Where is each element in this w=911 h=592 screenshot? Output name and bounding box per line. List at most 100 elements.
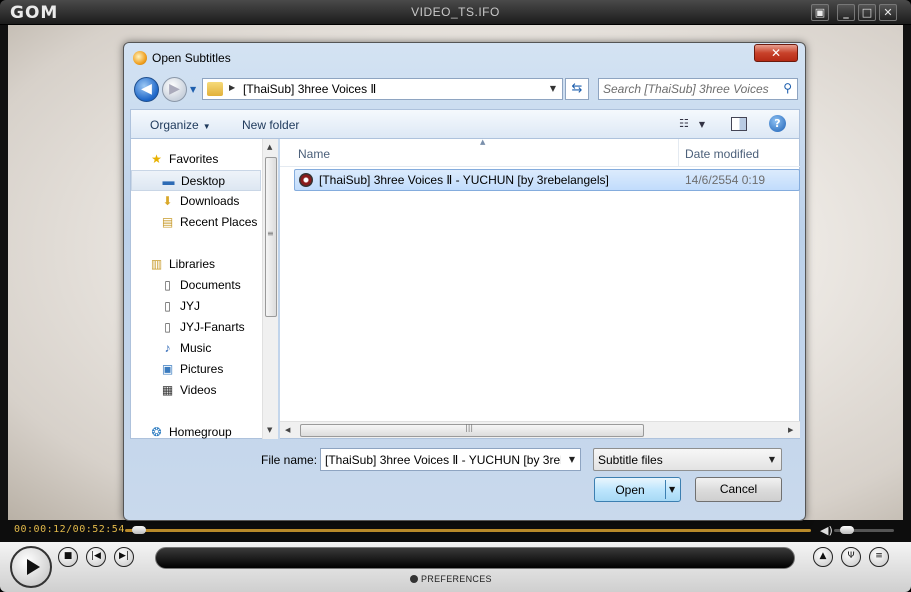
nav-jyj[interactable]: ▯ JYJ (131, 296, 261, 317)
organize-button[interactable]: Organize ▼ (150, 118, 211, 132)
open-subtitles-dialog: Open Subtitles ✕ ◀ ▶ ▼ ▶ [ThaiSub] 3hree… (123, 42, 806, 521)
file-type-value: Subtitle files (598, 453, 663, 467)
libraries-icon: ▥ (150, 257, 163, 271)
change-view-button[interactable]: ☷ ▼ (679, 117, 705, 130)
playlist-progress-bar[interactable] (155, 547, 795, 569)
equalizer-button[interactable]: Ψ (841, 547, 861, 567)
dialog-close-button[interactable]: ✕ (754, 44, 798, 62)
column-name[interactable]: Name (298, 147, 330, 161)
videos-icon: ▦ (161, 383, 174, 397)
file-type-select[interactable]: Subtitle files ▼ (593, 448, 782, 471)
nav-videos[interactable]: ▦ Videos (131, 380, 261, 401)
file-date: 14/6/2554 0:19 (685, 173, 766, 187)
volume-icon[interactable]: ◀) (820, 524, 833, 537)
nav-label: Downloads (180, 194, 240, 208)
views-icon: ☷ (679, 117, 689, 130)
play-button[interactable] (10, 546, 52, 588)
scroll-right-icon[interactable]: ▶ (788, 426, 793, 434)
next-button[interactable]: ▶| (114, 547, 134, 567)
nav-jyj-fanarts[interactable]: ▯ JYJ-Fanarts (131, 317, 261, 338)
music-icon: ♪ (164, 341, 171, 355)
maximize-icon[interactable]: □ (858, 4, 876, 21)
downloads-icon: ⬇ (162, 194, 173, 208)
time-display: 00:00:12/00:52:54 (14, 524, 125, 535)
stop-button[interactable]: ■ (58, 547, 78, 567)
forward-button[interactable]: ▶ (162, 77, 187, 102)
sort-ascending-icon: ▲ (480, 138, 486, 146)
skin-icon[interactable]: ▣ (811, 4, 829, 21)
player-title-bar[interactable]: GOM VIDEO_TS.IFO ▣ _ □ ✕ (0, 0, 911, 25)
nav-favorites[interactable]: ★ Favorites (131, 149, 261, 170)
nav-label: Pictures (180, 362, 224, 376)
preferences-label: PREFERENCES (421, 574, 492, 584)
star-icon: ★ (151, 152, 162, 166)
nav-homegroup[interactable]: ❂ Homegroup (131, 422, 261, 443)
minimize-icon[interactable]: _ (837, 4, 855, 21)
navigation-pane: ★ Favorites ▬ Desktop ⬇ Downloads ▤ Recent P… (130, 139, 278, 439)
nav-libraries[interactable]: ▥ Libraries (131, 254, 261, 275)
column-divider[interactable] (678, 139, 679, 167)
seek-knob[interactable] (131, 526, 146, 534)
breadcrumb-path[interactable]: [ThaiSub] 3hree Voices Ⅱ (243, 82, 376, 96)
open-options-chevron-icon[interactable]: ▼ (669, 485, 675, 494)
search-box[interactable]: ⚲ (598, 78, 798, 100)
address-dropdown-icon[interactable]: ▼ (550, 84, 556, 93)
breadcrumb-arrow-icon[interactable]: ▶ (229, 83, 235, 92)
file-horizontal-scrollbar[interactable]: ◀ ||| ▶ (280, 421, 800, 438)
column-date-modified[interactable]: Date modified (685, 147, 759, 161)
nav-documents[interactable]: ▯ Documents (131, 275, 261, 296)
homegroup-icon: ❂ (151, 425, 162, 439)
nav-label: Libraries (169, 257, 216, 271)
nav-label: Desktop (181, 174, 226, 188)
player-title: VIDEO_TS.IFO (411, 5, 500, 19)
nav-downloads[interactable]: ⬇ Downloads (131, 191, 261, 212)
nav-label: Music (180, 341, 212, 355)
address-bar[interactable]: ▶ [ThaiSub] 3hree Voices Ⅱ ▼ (202, 78, 563, 100)
chevron-down-icon[interactable]: ▼ (569, 455, 575, 464)
seek-bar[interactable] (125, 529, 811, 532)
back-button[interactable]: ◀ (134, 77, 159, 102)
file-name-input[interactable] (325, 452, 561, 468)
nav-label: Favorites (169, 152, 219, 166)
nav-pictures[interactable]: ▣ Pictures (131, 359, 261, 380)
preferences-button[interactable]: PREFERENCES (410, 574, 492, 584)
volume-knob[interactable] (840, 526, 854, 534)
split-divider (665, 480, 666, 499)
gom-app-icon (133, 51, 147, 65)
pictures-icon: ▣ (161, 362, 174, 376)
cancel-button[interactable]: Cancel (695, 477, 782, 502)
nav-label: Recent Places (180, 215, 258, 229)
open-button[interactable]: Open ▼ (594, 477, 681, 502)
file-name-combobox[interactable]: ▼ (320, 448, 581, 471)
nav-label: Homegroup (169, 425, 232, 439)
close-icon[interactable]: ✕ (879, 4, 897, 21)
previous-button[interactable]: |◀ (86, 547, 106, 567)
refresh-icon[interactable]: ⇆ (565, 78, 589, 100)
organize-label: Organize (150, 118, 199, 132)
command-bar: Organize ▼ New folder ☷ ▼ ? (130, 109, 800, 139)
file-row[interactable]: [ThaiSub] 3hree Voices Ⅱ - YUCHUN [by 3r… (294, 169, 800, 191)
preview-pane-icon[interactable] (731, 117, 747, 131)
recent-locations-dropdown[interactable]: ▼ (190, 85, 196, 94)
eject-button[interactable]: ▲ (813, 547, 833, 567)
nav-label: Documents (180, 278, 241, 292)
scroll-down-icon[interactable]: ▼ (267, 426, 272, 434)
help-icon[interactable]: ? (769, 115, 786, 132)
new-folder-button[interactable]: New folder (242, 118, 299, 132)
library-folder-icon: ▯ (164, 299, 171, 313)
chevron-down-icon: ▼ (202, 122, 211, 131)
playlist-button[interactable]: ≡ (869, 547, 889, 567)
file-list-pane: ▲ Name Date modified [ThaiSub] 3hree Voi… (280, 138, 800, 439)
search-input[interactable] (603, 81, 773, 97)
file-name-label: File name: (261, 453, 318, 467)
nav-music[interactable]: ♪ Music (131, 338, 261, 359)
subtitle-file-icon (299, 173, 313, 187)
nav-recent-places[interactable]: ▤ Recent Places (131, 212, 261, 233)
search-icon[interactable]: ⚲ (783, 81, 792, 95)
scroll-up-icon[interactable]: ▲ (267, 143, 272, 151)
nav-vertical-scrollbar[interactable]: ▲ ≡ ▼ (262, 139, 278, 439)
preferences-icon (410, 575, 418, 583)
nav-desktop[interactable]: ▬ Desktop (131, 170, 261, 191)
file-name: [ThaiSub] 3hree Voices Ⅱ - YUCHUN [by 3r… (319, 173, 609, 187)
scroll-left-icon[interactable]: ◀ (285, 426, 290, 434)
